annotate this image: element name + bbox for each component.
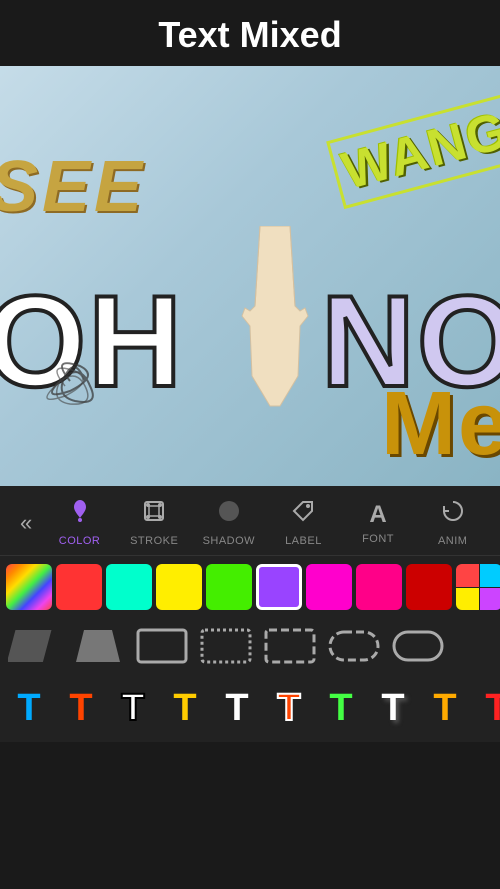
- swatches-row: [0, 556, 500, 618]
- font-icon: A: [369, 501, 386, 529]
- tool-anim[interactable]: ANIM: [415, 498, 490, 547]
- text-me[interactable]: Me: [381, 373, 500, 476]
- label-icon: [290, 498, 316, 531]
- shapes-row: [0, 618, 500, 674]
- font-style-1[interactable]: T: [6, 682, 52, 734]
- fonts-row: T T T T T T T T T T: [0, 674, 500, 742]
- swatch-darkred[interactable]: [406, 564, 452, 610]
- swatch-hotpink[interactable]: [356, 564, 402, 610]
- shape-rectangle-dashed[interactable]: [262, 626, 318, 666]
- page-title: Text Mixed: [158, 14, 341, 55]
- font-style-3[interactable]: T: [110, 682, 156, 734]
- font-style-4[interactable]: T: [162, 682, 208, 734]
- label-label: LABEL: [285, 535, 322, 547]
- color-label: COLOR: [59, 535, 101, 547]
- swatch-green[interactable]: [206, 564, 252, 610]
- tool-color[interactable]: COLOR: [42, 498, 117, 547]
- tool-stroke[interactable]: STROKE: [117, 498, 192, 547]
- tool-shadow[interactable]: SHADOW: [192, 498, 267, 547]
- hand-overlay: [210, 226, 340, 446]
- tools-row: « COLOR STROKE SHADOW LABEL: [0, 486, 500, 556]
- font-style-6[interactable]: T: [266, 682, 312, 734]
- swatch-red[interactable]: [56, 564, 102, 610]
- font-label: FONT: [362, 533, 394, 545]
- back-button[interactable]: «: [10, 506, 42, 540]
- swatch-purple[interactable]: [256, 564, 302, 610]
- stroke-label: STROKE: [130, 535, 178, 547]
- font-style-10[interactable]: T: [474, 682, 500, 734]
- shape-rectangle-outline[interactable]: [134, 626, 190, 666]
- font-style-5[interactable]: T: [214, 682, 260, 734]
- font-style-8[interactable]: T: [370, 682, 416, 734]
- font-style-7[interactable]: T: [318, 682, 364, 734]
- stroke-icon: [141, 498, 167, 531]
- tool-font[interactable]: A FONT: [341, 501, 416, 545]
- text-see[interactable]: SEE: [0, 146, 146, 228]
- header: Text Mixed: [0, 0, 500, 66]
- font-style-9[interactable]: T: [422, 682, 468, 734]
- font-style-2[interactable]: T: [58, 682, 104, 734]
- canvas-area: SEE WANG OH NO Me: [0, 66, 500, 486]
- bottom-panel: « COLOR STROKE SHADOW LABEL: [0, 486, 500, 742]
- swatch-multi[interactable]: [456, 564, 500, 610]
- shape-parallelogram-dark[interactable]: [6, 626, 62, 666]
- shape-rectangle-dotted[interactable]: [198, 626, 254, 666]
- tool-label[interactable]: LABEL: [266, 498, 341, 547]
- anim-label: ANIM: [438, 535, 468, 547]
- swatch-magenta[interactable]: [306, 564, 352, 610]
- swatch-yellow[interactable]: [156, 564, 202, 610]
- shape-rounded-dashed[interactable]: [326, 626, 382, 666]
- shadow-label: SHADOW: [203, 535, 256, 547]
- shadow-icon: [216, 498, 242, 531]
- shape-trapezoid[interactable]: [70, 626, 126, 666]
- color-icon: [67, 498, 93, 531]
- swatch-cyan[interactable]: [106, 564, 152, 610]
- scribble-decoration: [20, 336, 120, 426]
- anim-icon: [440, 498, 466, 531]
- shape-pill-outline[interactable]: [390, 626, 446, 666]
- swatch-rainbow[interactable]: [6, 564, 52, 610]
